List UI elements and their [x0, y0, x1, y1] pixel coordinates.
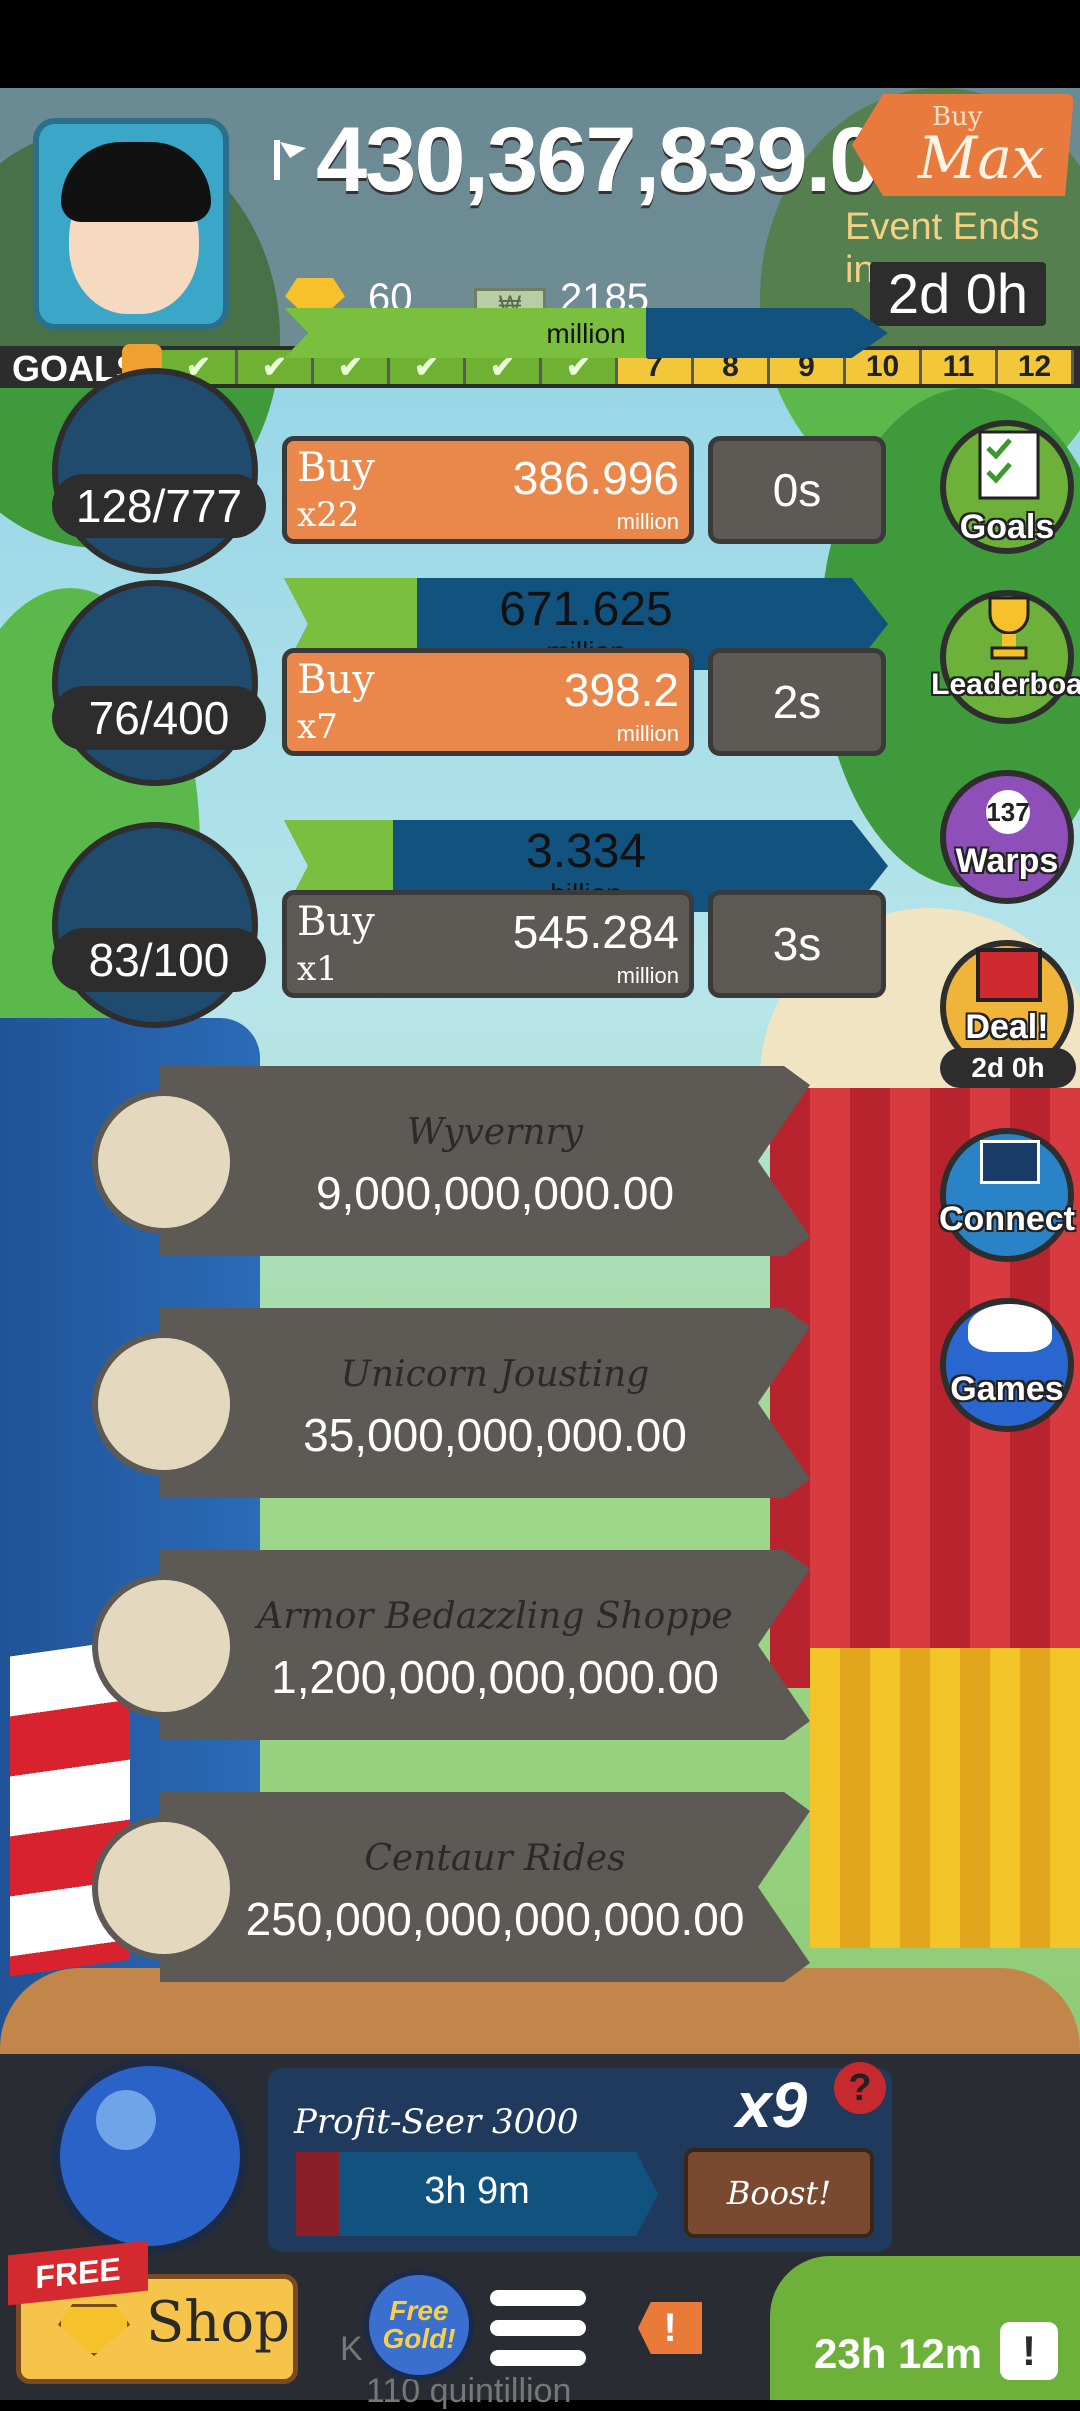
profit-value: 671.625: [499, 583, 673, 636]
flag-icon: [274, 140, 306, 180]
buy-label: Buy: [297, 899, 375, 945]
tv-timer: 23h 12m: [814, 2330, 983, 2377]
manager-multiplier: x9: [736, 2069, 808, 2141]
cycle-timer[interactable]: 3s: [708, 890, 886, 998]
buy-label: Buy: [297, 657, 375, 703]
business-icon[interactable]: [52, 368, 258, 574]
buy-multiplier: x22: [297, 495, 360, 535]
avatar-hair: [61, 142, 211, 222]
deal-label: Deal!: [965, 1008, 1049, 1046]
shop-label: Shop: [146, 2290, 290, 2355]
crystal-ball-icon[interactable]: [52, 2058, 248, 2254]
locked-business-cost: 9,000,000,000.00: [315, 1167, 675, 1219]
buy-cost: 545.284: [512, 906, 679, 958]
avatar[interactable]: [33, 118, 229, 330]
business-icon[interactable]: [52, 822, 258, 1028]
games-label: Games: [950, 1370, 1064, 1408]
manager-time: 3h 9m: [424, 2170, 530, 2212]
manager-progress-bar: 3h 9m: [296, 2152, 658, 2236]
buy-business-button[interactable]: Buy x22 386.996 million: [282, 436, 694, 544]
goal-cell: 10: [846, 350, 922, 384]
goal-cell: 11: [922, 350, 998, 384]
buy-business-button[interactable]: Buy x7 398.2 million: [282, 648, 694, 756]
locked-business-banner[interactable]: [160, 1550, 810, 1740]
owned-count: 128/777: [52, 474, 266, 538]
goals-label-side: Goals: [959, 508, 1055, 546]
yellow-table: [810, 1648, 1080, 1948]
locked-business-banner[interactable]: [160, 1066, 810, 1256]
cycle-timer[interactable]: 0s: [708, 436, 886, 544]
locked-business-banner[interactable]: [160, 1308, 810, 1498]
owned-count: 76/400: [52, 686, 266, 750]
buy-max-label: Max: [918, 124, 1045, 192]
buy-cost: 398.2: [563, 664, 679, 716]
profit-unit: million: [546, 318, 626, 349]
warps-label: Warps: [955, 842, 1059, 880]
cards-icon: [980, 1140, 1040, 1184]
free-gold-button[interactable]: Free Gold!: [364, 2270, 474, 2380]
business-icon[interactable]: [52, 580, 258, 786]
locked-business-name: Centaur Rides: [364, 1838, 626, 1879]
hippo-icon: [968, 1304, 1052, 1352]
check-icon: ✔: [261, 350, 288, 384]
buy-label: Buy: [297, 445, 375, 491]
money-total: 430,367,839.01: [316, 109, 930, 211]
owned-count: 83/100: [52, 928, 266, 992]
buy-unit: million: [616, 721, 679, 746]
buy-business-button[interactable]: Buy x1 545.284 million: [282, 890, 694, 998]
locked-business-banner[interactable]: [160, 1792, 810, 1982]
checklist-icon: [978, 430, 1040, 500]
locked-business-cost: 250,000,000,000,000.00: [245, 1893, 745, 1945]
locked-business-name: Wyvernry: [406, 1112, 584, 1153]
buy-multiplier: x1: [297, 949, 338, 989]
locked-business-cost: 1,200,000,000,000.00: [271, 1651, 719, 1703]
buy-max-button[interactable]: Buy Max: [852, 94, 1074, 196]
tv-icon: !: [1000, 2322, 1058, 2380]
manager-name: Profit-Seer 3000: [294, 2102, 579, 2142]
event-timer: 2d 0h: [870, 262, 1046, 326]
connect-label: Connect: [939, 1200, 1075, 1238]
trophy-icon: [988, 596, 1030, 660]
buy-unit: million: [616, 963, 679, 988]
cycle-timer[interactable]: 2s: [708, 648, 886, 756]
hidden-row-text: K: [340, 2330, 363, 2368]
buy-multiplier: x7: [297, 707, 338, 747]
locked-business-cost: 35,000,000,000.00: [303, 1409, 687, 1461]
goal-cell: 12: [998, 350, 1074, 384]
help-button[interactable]: ?: [834, 2062, 886, 2114]
locked-business-name: Unicorn Jousting: [340, 1354, 650, 1395]
gift-box-icon: [976, 948, 1042, 1002]
locked-business-name: Armor Bedazzling Shoppe: [257, 1596, 733, 1637]
warps-count: 137: [986, 790, 1030, 834]
deal-timer: 2d 0h: [940, 1048, 1076, 1088]
hidden-row-value: 110 quintillion: [366, 2372, 572, 2410]
buy-unit: million: [616, 509, 679, 534]
boost-button[interactable]: Boost!: [684, 2148, 874, 2238]
alert-icon[interactable]: !: [638, 2302, 702, 2354]
leaderboard-label: Leaderboard: [931, 668, 1080, 701]
profit-bar[interactable]: million: [284, 308, 888, 358]
buy-cost: 386.996: [512, 452, 679, 504]
profit-value: 3.334: [525, 825, 647, 878]
orb-shine: [96, 2090, 156, 2150]
menu-icon[interactable]: [490, 2290, 586, 2374]
